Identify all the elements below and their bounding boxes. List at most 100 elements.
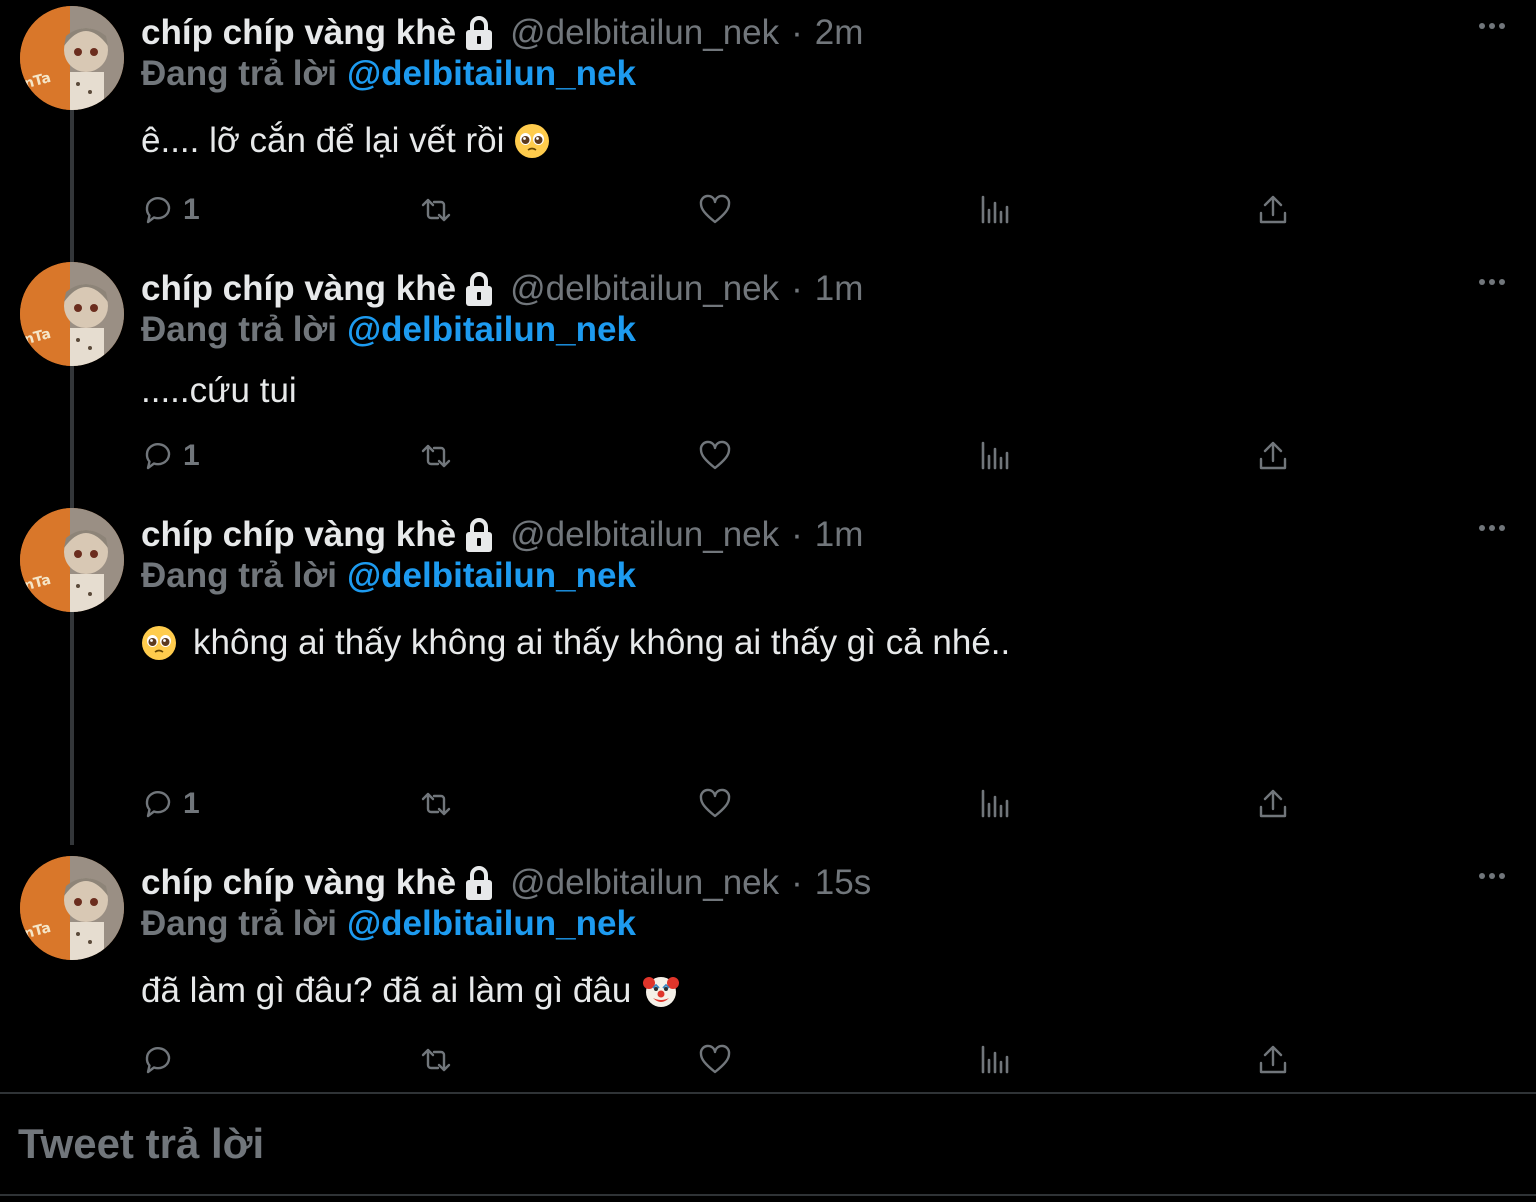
reply-icon bbox=[145, 197, 171, 224]
timestamp[interactable]: 1m bbox=[815, 515, 864, 555]
tweet-header: chíp chíp vàng khè @delbitailun_nek · 15… bbox=[141, 860, 871, 906]
share-button[interactable] bbox=[1256, 190, 1290, 230]
like-button[interactable] bbox=[698, 190, 732, 230]
like-button[interactable] bbox=[698, 784, 732, 824]
lock-icon bbox=[466, 518, 493, 552]
avatar[interactable]: nTa bbox=[20, 262, 124, 366]
reply-icon bbox=[145, 1047, 171, 1074]
heart-icon bbox=[699, 194, 731, 224]
composer-bottom-divider bbox=[0, 1194, 1536, 1196]
like-button[interactable] bbox=[698, 1040, 732, 1080]
reply-context: Đang trả lời @delbitailun_nek bbox=[141, 310, 636, 350]
retweet-icon bbox=[421, 444, 451, 468]
more-icon[interactable] bbox=[1478, 870, 1506, 882]
timestamp[interactable]: 2m bbox=[815, 13, 864, 53]
tweet-text: ê.... lỡ cắn để lại vết rồi bbox=[141, 118, 556, 164]
reply-mention-link[interactable]: @delbitailun_nek bbox=[347, 54, 636, 93]
timestamp[interactable]: 1m bbox=[815, 269, 864, 309]
analytics-icon bbox=[981, 1045, 1009, 1074]
reply-label: Đang trả lời bbox=[141, 904, 338, 943]
tweet-header: chíp chíp vàng khè @delbitailun_nek · 1m bbox=[141, 512, 863, 558]
pleading-face-emoji-icon bbox=[142, 626, 176, 660]
reply-composer-input[interactable]: Tweet trả lời bbox=[18, 1120, 264, 1168]
display-name[interactable]: chíp chíp vàng khè bbox=[141, 13, 456, 53]
handle[interactable]: @delbitailun_nek bbox=[510, 863, 779, 903]
pleading-face-emoji-icon bbox=[515, 124, 550, 158]
share-icon bbox=[1259, 195, 1287, 224]
share-button[interactable] bbox=[1256, 1040, 1290, 1080]
reply-context: Đang trả lời @delbitailun_nek bbox=[141, 904, 636, 944]
analytics-button[interactable] bbox=[977, 436, 1011, 476]
reply-label: Đang trả lời bbox=[141, 54, 338, 93]
tweet-header: chíp chíp vàng khè @delbitailun_nek · 2m bbox=[141, 10, 863, 56]
analytics-button[interactable] bbox=[977, 1040, 1011, 1080]
tweet[interactable]: nTa chíp chíp vàng khè @delbitailun_nek … bbox=[0, 502, 1536, 842]
reply-button[interactable] bbox=[141, 1040, 183, 1080]
analytics-icon bbox=[981, 441, 1009, 470]
avatar[interactable]: nTa bbox=[20, 508, 124, 612]
handle[interactable]: @delbitailun_nek bbox=[510, 13, 779, 53]
retweet-icon bbox=[421, 198, 451, 222]
tweet-text-content: .....cứu tui bbox=[141, 371, 297, 410]
retweet-button[interactable] bbox=[419, 1040, 453, 1080]
analytics-icon bbox=[981, 789, 1009, 818]
avatar[interactable]: nTa bbox=[20, 6, 124, 110]
share-button[interactable] bbox=[1256, 436, 1290, 476]
reply-count: 1 bbox=[183, 439, 200, 472]
share-icon bbox=[1259, 441, 1287, 470]
tweet-actions: 1 bbox=[141, 436, 1301, 476]
analytics-button[interactable] bbox=[977, 784, 1011, 824]
heart-icon bbox=[699, 440, 731, 470]
more-icon[interactable] bbox=[1478, 276, 1506, 288]
tweet-actions: 1 bbox=[141, 190, 1301, 230]
reply-mention-link[interactable]: @delbitailun_nek bbox=[347, 310, 636, 349]
tweet-text-content: đã làm gì đâu? đã ai làm gì đâu bbox=[141, 971, 632, 1010]
handle[interactable]: @delbitailun_nek bbox=[510, 515, 779, 555]
tweet-header: chíp chíp vàng khè @delbitailun_nek · 1m bbox=[141, 266, 863, 312]
tweet[interactable]: nTa chíp chíp vàng khè @delbitailun_nek … bbox=[0, 256, 1536, 496]
display-name[interactable]: chíp chíp vàng khè bbox=[141, 269, 456, 309]
display-name[interactable]: chíp chíp vàng khè bbox=[141, 515, 456, 555]
retweet-button[interactable] bbox=[419, 436, 453, 476]
reply-label: Đang trả lời bbox=[141, 310, 338, 349]
analytics-icon bbox=[981, 195, 1009, 224]
tweet[interactable]: nTa chíp chíp vàng khè @delbitailun_nek … bbox=[0, 0, 1536, 250]
lock-icon bbox=[466, 272, 493, 306]
like-button[interactable] bbox=[698, 436, 732, 476]
retweet-icon bbox=[421, 1048, 451, 1072]
separator-dot: · bbox=[791, 13, 803, 52]
reply-count: 1 bbox=[183, 787, 200, 820]
reply-icon bbox=[145, 791, 171, 818]
share-icon bbox=[1259, 789, 1287, 818]
more-icon[interactable] bbox=[1478, 522, 1506, 534]
tweet-actions bbox=[141, 1040, 1301, 1080]
reply-icon bbox=[145, 443, 171, 470]
timestamp[interactable]: 15s bbox=[815, 863, 871, 903]
reply-button[interactable]: 1 bbox=[141, 436, 200, 476]
tweet-actions: 1 bbox=[141, 784, 1301, 824]
avatar[interactable]: nTa bbox=[20, 856, 124, 960]
separator-dot: · bbox=[791, 515, 803, 554]
reply-label: Đang trả lời bbox=[141, 556, 338, 595]
reply-context: Đang trả lời @delbitailun_nek bbox=[141, 54, 636, 94]
reply-button[interactable]: 1 bbox=[141, 784, 200, 824]
heart-icon bbox=[699, 1044, 731, 1074]
separator-dot: · bbox=[791, 863, 803, 902]
retweet-button[interactable] bbox=[419, 784, 453, 824]
analytics-button[interactable] bbox=[977, 190, 1011, 230]
reply-mention-link[interactable]: @delbitailun_nek bbox=[347, 904, 636, 943]
display-name[interactable]: chíp chíp vàng khè bbox=[141, 863, 456, 903]
retweet-icon bbox=[421, 792, 451, 816]
tweet-text: đã làm gì đâu? đã ai làm gì đâu bbox=[141, 968, 685, 1014]
more-icon[interactable] bbox=[1478, 20, 1506, 32]
tweet[interactable]: nTa chíp chíp vàng khè @delbitailun_nek … bbox=[0, 850, 1536, 1090]
share-button[interactable] bbox=[1256, 784, 1290, 824]
reply-context: Đang trả lời @delbitailun_nek bbox=[141, 556, 636, 596]
heart-icon bbox=[699, 788, 731, 818]
tweet-text-content: ê.... lỡ cắn để lại vết rồi bbox=[141, 121, 505, 160]
reply-button[interactable]: 1 bbox=[141, 190, 200, 230]
handle[interactable]: @delbitailun_nek bbox=[510, 269, 779, 309]
reply-mention-link[interactable]: @delbitailun_nek bbox=[347, 556, 636, 595]
retweet-button[interactable] bbox=[419, 190, 453, 230]
composer-divider bbox=[0, 1092, 1536, 1094]
